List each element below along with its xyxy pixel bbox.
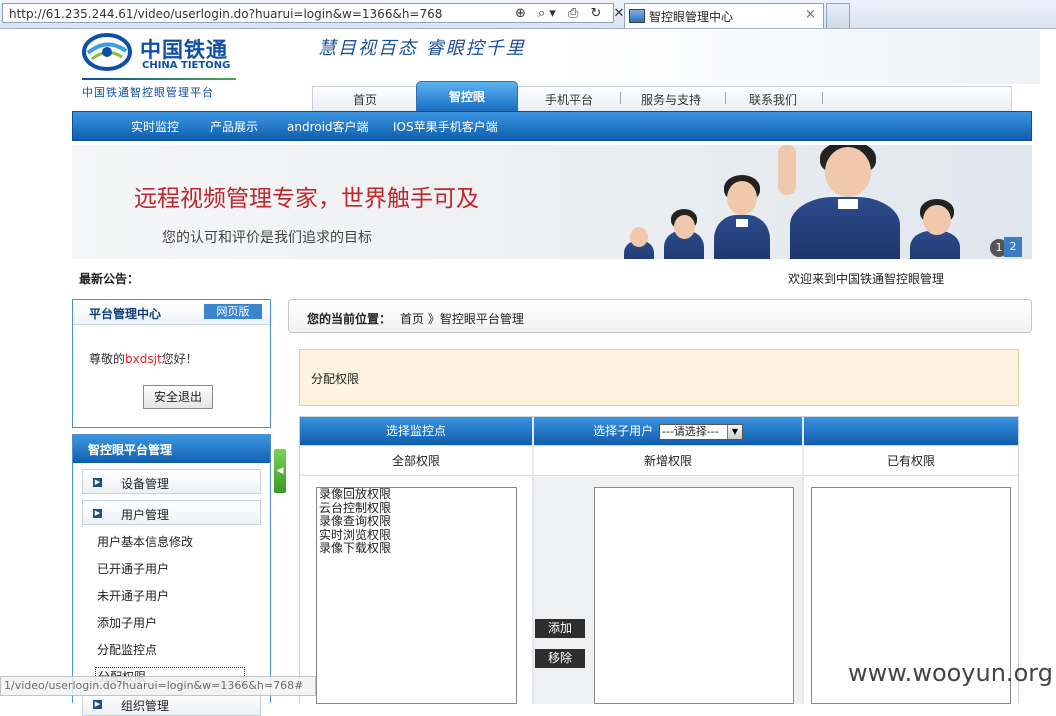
platform-subtitle: 中国铁通智控眼管理平台 xyxy=(82,86,214,99)
browser-chrome: http://61.235.244.61/video/userlogin.do?… xyxy=(0,0,1056,29)
expand-arrow-icon: ▶ xyxy=(93,509,102,518)
header-select-subuser: 选择子用户 ---请选择--- ▼ xyxy=(534,417,802,445)
dropdown-arrow-icon: ▼ xyxy=(726,424,742,439)
subuser-select-value: ---请选择--- xyxy=(661,424,719,438)
web-version-badge: 网页版 xyxy=(204,304,262,319)
browser-status-bar: 1/video/userlogin.do?huarui=login&w=1366… xyxy=(0,676,316,696)
platform-menu-panel: 智控眼平台管理 ▶ 设备管理 ▶ 用户管理 用户基本信息修改 已开通子用户 未开… xyxy=(72,434,271,716)
tab-favicon-icon xyxy=(629,9,645,23)
header-background xyxy=(560,30,1040,84)
menu-user-management[interactable]: ▶ 用户管理 xyxy=(82,500,261,525)
all-permissions-list[interactable]: 录像回放权限 云台控制权限 录像查询权限 实时浏览权限 录像下载权限 xyxy=(316,487,517,704)
nav-active-label: 智控眼 xyxy=(448,90,485,104)
greeting-prefix: 尊敬的 xyxy=(89,352,126,366)
nav-contact[interactable]: 联系我们 xyxy=(749,91,797,108)
breadcrumb: 您的当前位置： 首页 》智控眼平台管理 xyxy=(288,299,1032,333)
expand-arrow-icon: ▶ xyxy=(93,478,102,487)
banner-people-image xyxy=(622,145,1002,259)
nav-separator xyxy=(822,92,823,104)
user-greeting: 尊敬的bxdsjt您好！ xyxy=(89,350,198,367)
expand-arrow-icon: ▶ xyxy=(93,700,102,709)
notice-label: 最新公告： xyxy=(79,272,140,286)
subnav-ios-client[interactable]: IOS苹果手机客户端 xyxy=(393,118,498,135)
header-slogan: 慧目视百态 睿眼控千里 xyxy=(318,38,526,59)
menu-group-label: 用户管理 xyxy=(121,508,170,522)
list-item[interactable]: 云台控制权限 xyxy=(317,501,516,516)
menu-device-management[interactable]: ▶ 设备管理 xyxy=(82,469,261,494)
collapse-sidebar-toggle[interactable]: ◀ xyxy=(274,449,286,493)
new-tab-button[interactable] xyxy=(826,3,850,28)
subnav-realtime-monitor[interactable]: 实时监控 xyxy=(131,118,179,135)
logo-text-en: CHINA TIETONG xyxy=(142,60,231,71)
menu-disabled-subusers[interactable]: 未开通子用户 xyxy=(97,587,169,604)
subuser-select[interactable]: ---请选择--- ▼ xyxy=(658,423,743,440)
logout-button[interactable]: 安全退出 xyxy=(143,385,213,409)
header-select-monitor-point: 选择监控点 xyxy=(300,417,532,445)
breadcrumb-path[interactable]: 首页 》智控眼平台管理 xyxy=(400,310,524,327)
menu-add-subuser[interactable]: 添加子用户 xyxy=(97,614,157,631)
breadcrumb-label: 您的当前位置： xyxy=(307,312,392,326)
list-item[interactable]: 实时浏览权限 xyxy=(317,528,516,543)
menu-assign-monitor-points[interactable]: 分配监控点 xyxy=(97,641,157,658)
watermark: www.wooyun.org xyxy=(848,659,1053,687)
list-item[interactable]: 录像回放权限 xyxy=(317,487,516,502)
select-subuser-label: 选择子用户 xyxy=(593,424,654,438)
tab-title: 智控眼管理中心 xyxy=(649,10,734,24)
banner-subtitle: 您的认可和评价是我们追求的目标 xyxy=(162,230,372,246)
subnav-products[interactable]: 产品展示 xyxy=(210,118,258,135)
list-item[interactable]: 录像查询权限 xyxy=(317,514,516,529)
greeting-suffix: 您好！ xyxy=(161,352,198,366)
menu-group-label: 组织管理 xyxy=(121,699,170,713)
promo-banner: 远程视频管理专家，世界触手可及 您的认可和评价是我们追求的目标 1 2 xyxy=(72,145,1032,259)
page-title-box: 分配权限 xyxy=(299,349,1019,406)
management-center-title: 平台管理中心 xyxy=(89,307,162,321)
new-permissions-list[interactable] xyxy=(594,487,794,704)
address-url: http://61.235.244.61/video/userlogin.do?… xyxy=(9,7,443,21)
username: bxdsjt xyxy=(125,352,162,366)
address-toolbar-icons[interactable]: ⊕ ⌕▾ ⎙ ↻ ✕ xyxy=(515,6,628,21)
tab-close-icon[interactable]: × xyxy=(805,7,816,22)
nav-home[interactable]: 首页 xyxy=(353,91,377,108)
management-center-panel: 平台管理中心 网页版 尊敬的bxdsjt您好！ 安全退出 xyxy=(72,299,271,428)
column-divider xyxy=(802,417,804,704)
nav-separator xyxy=(620,92,621,104)
nav-mobile-platform[interactable]: 手机平台 xyxy=(545,91,593,108)
subnav-android-client[interactable]: android客户端 xyxy=(287,118,369,135)
subheader-new-permissions: 新增权限 xyxy=(534,445,802,476)
address-bar[interactable]: http://61.235.244.61/video/userlogin.do?… xyxy=(2,3,624,23)
management-center-header: 平台管理中心 网页版 xyxy=(73,300,270,325)
nav-separator xyxy=(725,92,726,104)
page-title: 分配权限 xyxy=(311,372,360,386)
column-divider xyxy=(532,417,534,704)
china-tietong-logo-icon xyxy=(82,33,132,71)
logo-divider xyxy=(82,78,236,80)
banner-title: 远程视频管理专家，世界触手可及 xyxy=(134,186,479,212)
browser-tab[interactable]: 智控眼管理中心 × xyxy=(624,3,824,28)
nav-service-support[interactable]: 服务与支持 xyxy=(641,91,701,108)
menu-group-label: 设备管理 xyxy=(121,477,170,491)
menu-user-info-edit[interactable]: 用户基本信息修改 xyxy=(97,533,193,550)
add-permission-button[interactable]: 添加 xyxy=(535,619,585,638)
subheader-existing-permissions: 已有权限 xyxy=(804,445,1018,476)
nav-zhikongyan-active[interactable]: 智控眼 xyxy=(416,81,518,111)
list-item[interactable]: 录像下载权限 xyxy=(317,541,516,556)
header-blank xyxy=(804,417,1018,445)
subheader-all-permissions: 全部权限 xyxy=(300,445,532,476)
menu-enabled-subusers[interactable]: 已开通子用户 xyxy=(97,560,169,577)
notice-marquee: 欢迎来到中国铁通智控眼管理 xyxy=(788,272,945,286)
banner-page-2[interactable]: 2 xyxy=(1004,237,1022,257)
platform-menu-header: 智控眼平台管理 xyxy=(73,435,270,463)
remove-permission-button[interactable]: 移除 xyxy=(535,649,585,668)
platform-menu-title: 智控眼平台管理 xyxy=(88,443,173,457)
